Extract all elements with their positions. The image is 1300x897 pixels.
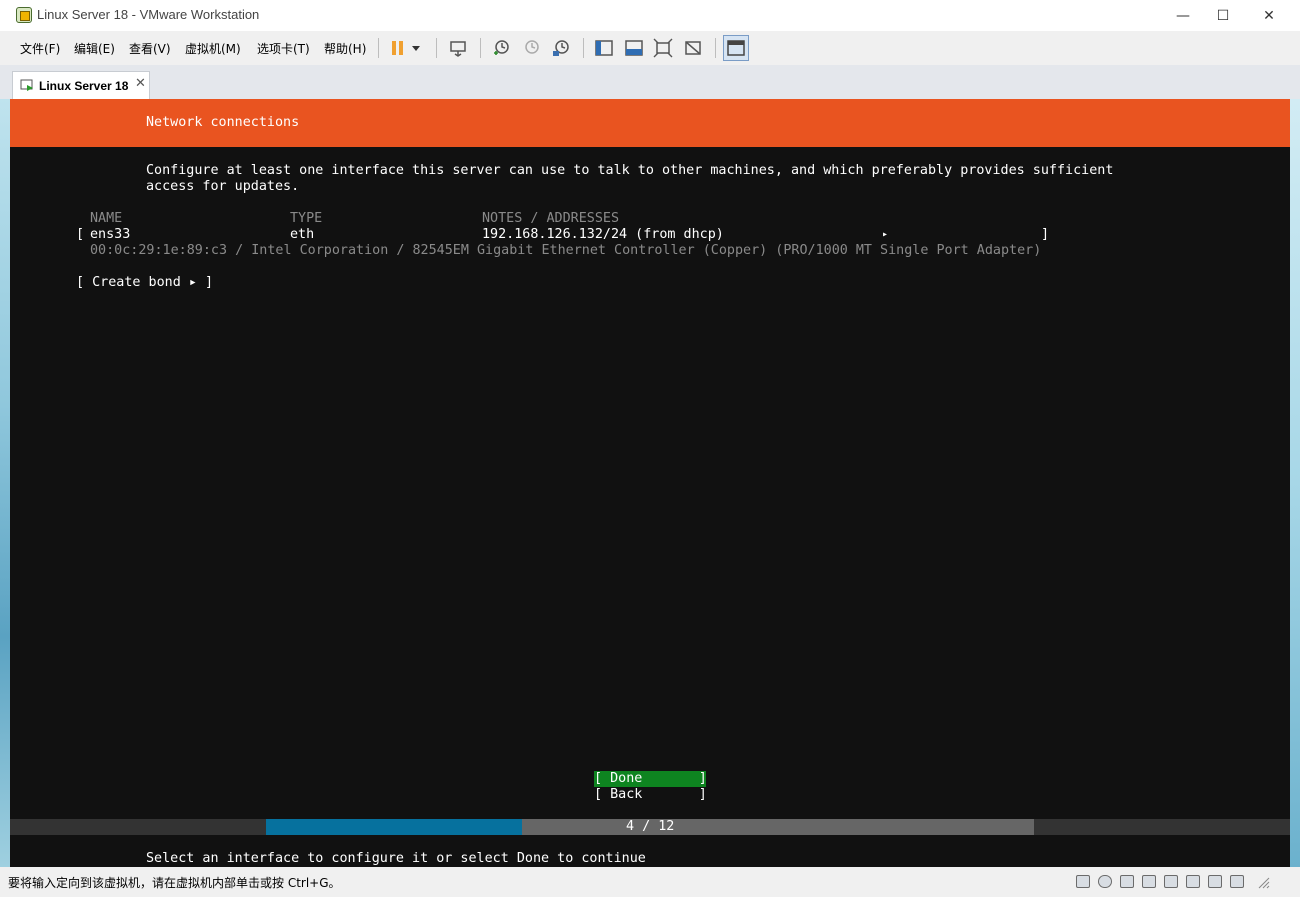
send-ctrl-alt-del-icon[interactable] (448, 38, 468, 58)
row-open-bracket: [ (76, 227, 85, 242)
column-header-notes: NOTES / ADDRESSES (482, 211, 620, 226)
row-close-bracket: ] (1041, 227, 1050, 242)
create-bond-button[interactable]: [ Create bond ▸ ] (76, 275, 213, 291)
network-adapter-icon[interactable] (1142, 875, 1156, 888)
revert-snapshot-icon[interactable] (521, 38, 541, 58)
status-bar: 要将输入定向到该虚拟机，请在虚拟机内部单击或按 Ctrl+G。 (0, 867, 1300, 897)
full-screen-icon[interactable] (653, 38, 673, 58)
vmware-app-icon (16, 7, 32, 23)
dropdown-icon[interactable] (410, 38, 422, 58)
progress-label: 4 / 12 (626, 819, 675, 834)
console-view-icon (727, 40, 745, 56)
vm-console[interactable]: Network connections Configure at least o… (10, 99, 1290, 867)
display-icon[interactable] (1230, 875, 1244, 888)
library-icon[interactable] (594, 38, 614, 58)
unity-icon[interactable] (683, 38, 703, 58)
description-line-2: access for updates. (146, 179, 300, 194)
menu-tabs[interactable]: 选项卡(T) (257, 40, 310, 57)
column-header-type: TYPE (290, 211, 323, 226)
toolbar-separator (715, 38, 716, 58)
hard-disk-icon[interactable] (1076, 875, 1090, 888)
interface-address: 192.168.126.132/24 (from dhcp) (482, 227, 724, 242)
menu-view[interactable]: 查看(V) (129, 40, 171, 57)
back-button[interactable]: [ Back ] (594, 787, 707, 803)
footer-hint: Select an interface to configure it or s… (146, 851, 646, 866)
printer-icon[interactable] (1208, 875, 1222, 888)
toolbar-separator (436, 38, 437, 58)
description-line-1: Configure at least one interface this se… (146, 163, 1114, 178)
menu-edit[interactable]: 编辑(E) (74, 40, 115, 57)
interface-type: eth (290, 227, 315, 242)
menu-vm[interactable]: 虚拟机(M) (185, 40, 241, 57)
tab-label: Linux Server 18 (39, 79, 129, 93)
usb-icon[interactable] (1164, 875, 1178, 888)
title-bar: Linux Server 18 - VMware Workstation — ☐… (0, 0, 1300, 31)
menu-file[interactable]: 文件(F) (20, 40, 60, 57)
status-message: 要将输入定向到该虚拟机，请在虚拟机内部单击或按 Ctrl+G。 (8, 876, 341, 890)
vm-tab-icon (20, 79, 33, 91)
resize-grip-icon[interactable] (1256, 875, 1270, 889)
menu-help[interactable]: 帮助(H) (324, 40, 366, 57)
snapshot-manager-icon[interactable] (551, 38, 571, 58)
close-button[interactable]: ✕ (1246, 0, 1292, 31)
thumbnail-icon[interactable] (624, 38, 644, 58)
maximize-button[interactable]: ☐ (1200, 0, 1246, 31)
done-button[interactable]: [ Done ] (594, 771, 707, 787)
interface-detail: 00:0c:29:1e:89:c3 / Intel Corporation / … (90, 243, 1042, 258)
sound-card-icon[interactable] (1186, 875, 1200, 888)
tab-linux-server-18[interactable]: Linux Server 18 ✕ (12, 71, 150, 99)
page-title: Network connections (146, 115, 300, 130)
console-view-toggle[interactable] (723, 35, 749, 61)
snapshot-icon[interactable] (491, 38, 511, 58)
floppy-icon[interactable] (1120, 875, 1134, 888)
pause-icon[interactable] (388, 38, 408, 58)
cd-dvd-icon[interactable] (1098, 875, 1112, 888)
desktop-wallpaper-right (1290, 99, 1300, 867)
toolbar-separator (480, 38, 481, 58)
column-header-name: NAME (90, 211, 123, 226)
interface-name: ens33 (90, 227, 131, 242)
tab-strip: Linux Server 18 ✕ (0, 65, 1300, 99)
window-title: Linux Server 18 - VMware Workstation (37, 7, 260, 22)
progress-fill (266, 819, 522, 835)
desktop-wallpaper-left (0, 99, 10, 867)
menu-toolbar: 文件(F) 编辑(E) 查看(V) 虚拟机(M) 选项卡(T) 帮助(H) (0, 31, 1300, 66)
installer-header: Network connections (10, 99, 1290, 147)
toolbar-separator (583, 38, 584, 58)
toolbar-separator (378, 38, 379, 58)
row-arrow-icon: ▸ (882, 229, 889, 240)
tab-close-icon[interactable]: ✕ (135, 76, 146, 91)
